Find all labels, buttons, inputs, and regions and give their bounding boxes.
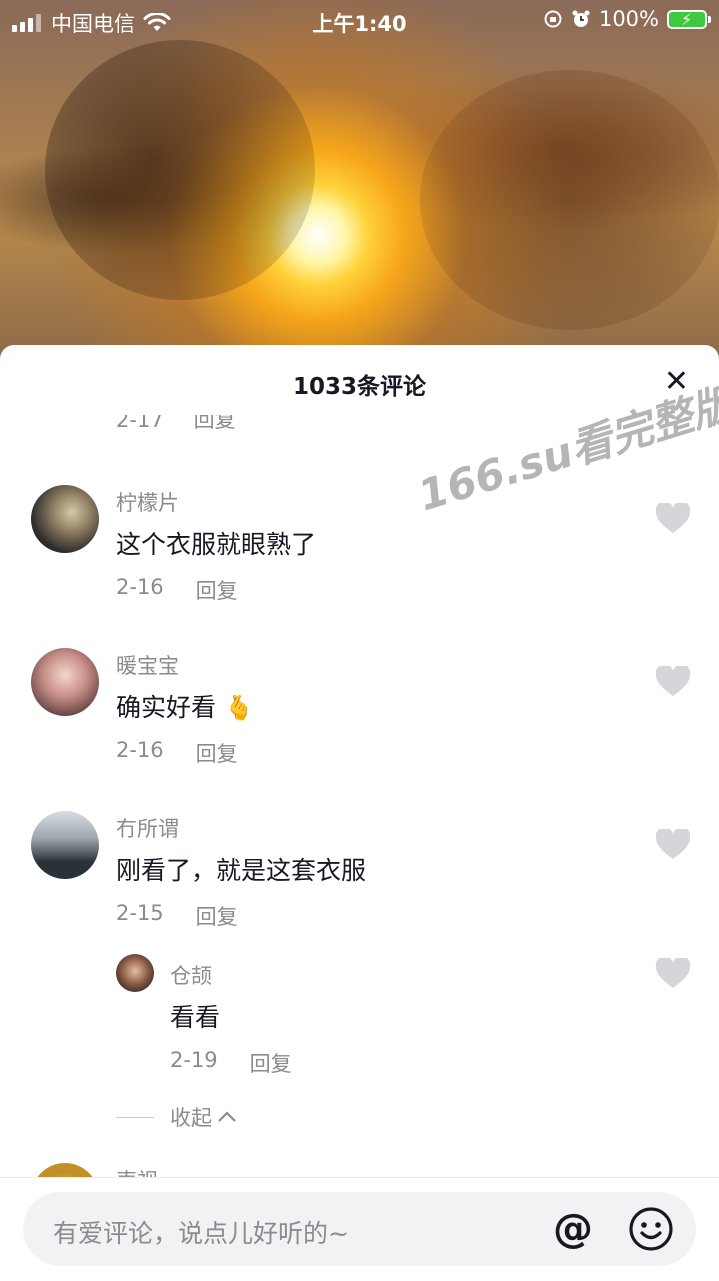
comment-text: 这个衣服就眼熟了 — [116, 530, 317, 559]
comment-date: 2-15 — [116, 901, 164, 925]
divider — [116, 1116, 154, 1118]
comment-date: 2-16 — [116, 738, 164, 762]
heart-icon[interactable] — [655, 829, 691, 861]
emoji-icon[interactable] — [628, 1206, 674, 1252]
comment-author[interactable]: 柠檬片 — [116, 487, 179, 517]
comment-text: 确实好看 🫰 — [116, 688, 254, 724]
heart-fingers-icon: 🫰 — [223, 694, 254, 722]
reply-date: 2-19 — [170, 1048, 218, 1072]
comment-meta: 2-16 回复 — [116, 575, 238, 605]
signal-icon — [12, 14, 41, 32]
reply-meta: 2-19 回复 — [170, 1048, 292, 1078]
status-right: 100% ⚡ — [543, 7, 711, 31]
comment-author[interactable]: 暖宝宝 — [116, 650, 179, 680]
video-shadow — [45, 40, 315, 300]
comment-meta: 2-15 回复 — [116, 901, 238, 931]
collapse-label: 收起 — [170, 1106, 212, 1130]
heart-icon[interactable] — [655, 503, 691, 535]
alarm-icon — [572, 10, 590, 27]
battery-percent: 100% — [598, 7, 659, 31]
partial-comment-meta: 2-17 回复 — [116, 415, 236, 437]
avatar[interactable] — [31, 648, 99, 716]
comment-count-title: 1033条评论 — [292, 374, 426, 400]
reply-button[interactable]: 回复 — [194, 415, 236, 437]
reply-author[interactable]: 仓颉 — [170, 960, 212, 990]
heart-icon[interactable] — [655, 958, 691, 990]
comment-text-content: 确实好看 — [116, 693, 217, 722]
reply-button[interactable]: 回复 — [196, 575, 238, 605]
comment-input[interactable]: 有爱评论，说点儿好听的~ @ — [23, 1192, 696, 1266]
comment-text: 刚看了，就是这套衣服 — [116, 856, 367, 885]
rotation-lock-icon — [544, 10, 562, 28]
reply-button[interactable]: 回复 — [196, 738, 238, 768]
comment-meta: 2-16 回复 — [116, 738, 238, 768]
battery-icon: ⚡ — [667, 9, 711, 29]
video-shadow — [420, 70, 719, 330]
reply-button[interactable]: 回复 — [250, 1048, 292, 1078]
chevron-up-icon — [218, 1111, 236, 1122]
comment-input-bar: 有爱评论，说点儿好听的~ @ — [0, 1177, 719, 1281]
wifi-icon — [143, 13, 171, 31]
comment-author[interactable]: 冇所谓 — [116, 813, 179, 843]
avatar[interactable] — [31, 485, 99, 553]
input-placeholder: 有爱评论，说点儿好听的~ — [53, 1219, 349, 1248]
collapse-replies-button[interactable]: 收起 — [116, 1102, 238, 1132]
comment-date: 2-16 — [116, 575, 164, 599]
status-left: 中国电信 — [12, 8, 171, 38]
reply-button[interactable]: 回复 — [196, 901, 238, 931]
avatar[interactable] — [116, 954, 154, 992]
avatar[interactable] — [31, 811, 99, 879]
heart-icon[interactable] — [655, 666, 691, 698]
carrier-name: 中国电信 — [51, 12, 135, 36]
video-background[interactable] — [0, 0, 719, 360]
at-icon[interactable]: @ — [553, 1204, 593, 1254]
comment-date: 2-17 — [116, 415, 164, 432]
reply-text: 看看 — [170, 1003, 221, 1032]
comment-sheet: 1033条评论 ✕ 2-17 回复 柠檬片 这个衣服就眼熟了 2-16 回复 暖… — [0, 345, 719, 1280]
status-bar: 中国电信 上午1:40 100% ⚡ — [0, 0, 719, 40]
